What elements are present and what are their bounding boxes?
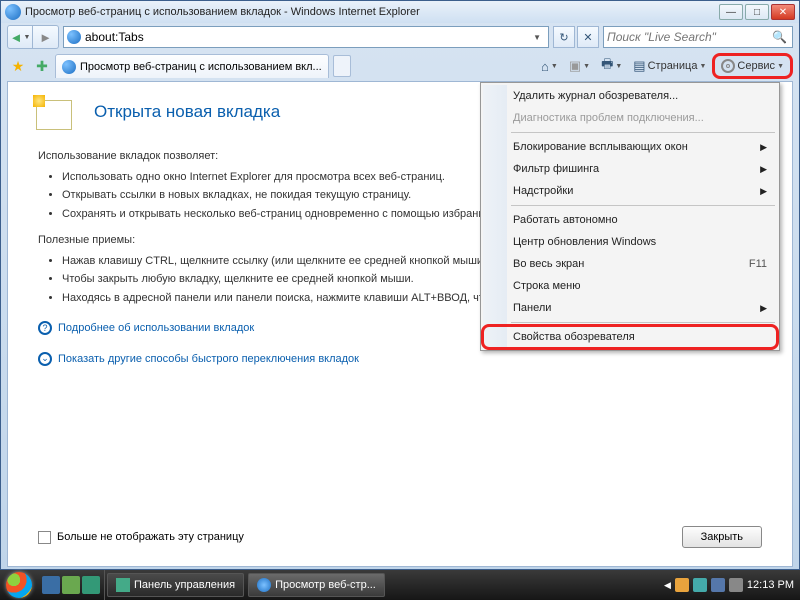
submenu-arrow-icon: ▶	[760, 164, 767, 175]
quick-launch-item[interactable]	[62, 576, 80, 594]
maximize-button[interactable]: □	[745, 4, 769, 20]
submenu-arrow-icon: ▶	[760, 186, 767, 197]
show-options-link[interactable]: ⌄ Показать другие способы быстрого перек…	[38, 351, 762, 368]
address-bar[interactable]: ▼	[63, 26, 549, 48]
taskbar-task-ie[interactable]: Просмотр веб-стр...	[248, 573, 385, 597]
quick-launch	[38, 570, 105, 600]
ie-window: Просмотр веб-страниц с использованием вк…	[0, 0, 800, 570]
dont-show-label: Больше не отображать эту страницу	[57, 531, 244, 543]
browser-tab[interactable]: Просмотр веб-страниц с использованием вк…	[55, 54, 329, 78]
menu-toolbars[interactable]: Панели▶	[483, 297, 777, 319]
back-button[interactable]: ◄▼	[7, 25, 33, 49]
page-menu-button[interactable]: ▤Страница▼	[628, 55, 711, 77]
windows-taskbar: Панель управления Просмотр веб-стр... ◀ …	[0, 570, 800, 600]
search-icon[interactable]: 🔍	[770, 30, 789, 44]
tab-label: Просмотр веб-страниц с использованием вк…	[80, 61, 322, 73]
tray-icon[interactable]	[675, 578, 689, 592]
chevron-down-icon: ⌄	[38, 352, 52, 366]
dont-show-checkbox[interactable]	[38, 531, 51, 544]
menu-popup-blocker[interactable]: Блокирование всплывающих окон▶	[483, 136, 777, 158]
page-content: Открыта новая вкладка Использование вкла…	[7, 81, 793, 567]
tray-icon[interactable]	[693, 578, 707, 592]
tab-toolbar: ★ ✚ Просмотр веб-страниц с использование…	[1, 51, 799, 81]
windows-orb-icon	[6, 572, 32, 598]
tray-expand-icon[interactable]: ◀	[664, 580, 671, 591]
tab-favicon-icon	[62, 60, 76, 74]
page-doc-icon: ▤	[633, 58, 645, 74]
tray-volume-icon[interactable]	[729, 578, 743, 592]
control-panel-icon	[116, 578, 130, 592]
submenu-arrow-icon: ▶	[760, 303, 767, 314]
titlebar: Просмотр веб-страниц с использованием вк…	[1, 1, 799, 23]
ie-icon	[257, 578, 271, 592]
search-bar[interactable]: 🔍	[603, 26, 793, 48]
address-dropdown-icon[interactable]: ▼	[529, 33, 545, 42]
quick-launch-item[interactable]	[82, 576, 100, 594]
search-input[interactable]	[607, 30, 770, 44]
taskbar-clock[interactable]: 12:13 PM	[747, 579, 794, 591]
stop-button[interactable]: ✕	[577, 26, 599, 48]
minimize-button[interactable]: —	[719, 4, 743, 20]
address-input[interactable]	[85, 30, 529, 44]
window-title: Просмотр веб-страниц с использованием вк…	[25, 6, 719, 18]
close-window-button[interactable]: ✕	[771, 4, 795, 20]
menu-diagnose-connection: Диагностика проблем подключения...	[483, 107, 777, 129]
page-menu-label: Страница	[648, 60, 698, 72]
menu-separator	[511, 205, 775, 206]
quick-launch-item[interactable]	[42, 576, 60, 594]
menu-separator	[511, 132, 775, 133]
taskbar-task-control-panel[interactable]: Панель управления	[107, 573, 244, 597]
forward-button[interactable]: ►	[33, 25, 59, 49]
help-icon: ?	[38, 321, 52, 335]
page-footer: Больше не отображать эту страницу Закрыт…	[38, 526, 762, 548]
add-favorite-button[interactable]: ✚	[31, 55, 53, 77]
feeds-button[interactable]: ▣▼	[564, 55, 595, 77]
menu-work-offline[interactable]: Работать автономно	[483, 209, 777, 231]
menu-fullscreen[interactable]: Во весь экранF11	[483, 253, 777, 275]
home-icon: ⌂	[541, 59, 549, 74]
start-button[interactable]	[0, 570, 38, 600]
gear-icon	[721, 59, 735, 73]
close-page-button[interactable]: Закрыть	[682, 526, 762, 548]
rss-icon: ▣	[569, 58, 581, 74]
menu-separator	[511, 322, 775, 323]
page-icon	[67, 30, 81, 44]
tools-menu-label: Сервис	[737, 60, 775, 72]
tray-network-icon[interactable]	[711, 578, 725, 592]
refresh-button[interactable]: ↻	[553, 26, 575, 48]
tools-dropdown-menu: Удалить журнал обозревателя... Диагности…	[480, 82, 780, 351]
print-icon: 🖶	[601, 55, 613, 77]
ie-logo-icon	[5, 4, 21, 20]
home-button[interactable]: ⌂▼	[536, 55, 563, 77]
new-tab-button[interactable]	[333, 55, 351, 77]
favorites-button[interactable]: ★	[7, 55, 29, 77]
system-tray: ◀ 12:13 PM	[658, 578, 800, 592]
submenu-arrow-icon: ▶	[760, 142, 767, 153]
new-tab-hero-icon	[36, 100, 72, 130]
menu-delete-history[interactable]: Удалить журнал обозревателя...	[483, 85, 777, 107]
menu-phishing-filter[interactable]: Фильтр фишинга▶	[483, 158, 777, 180]
nav-toolbar: ◄▼ ► ▼ ↻ ✕ 🔍	[1, 23, 799, 51]
print-button[interactable]: 🖶▼	[596, 55, 627, 77]
menu-windows-update[interactable]: Центр обновления Windows	[483, 231, 777, 253]
tools-menu-button[interactable]: Сервис▼	[712, 53, 793, 79]
menu-addons[interactable]: Надстройки▶	[483, 180, 777, 202]
menu-menu-bar[interactable]: Строка меню	[483, 275, 777, 297]
menu-internet-options[interactable]: Свойства обозревателя	[483, 326, 777, 348]
